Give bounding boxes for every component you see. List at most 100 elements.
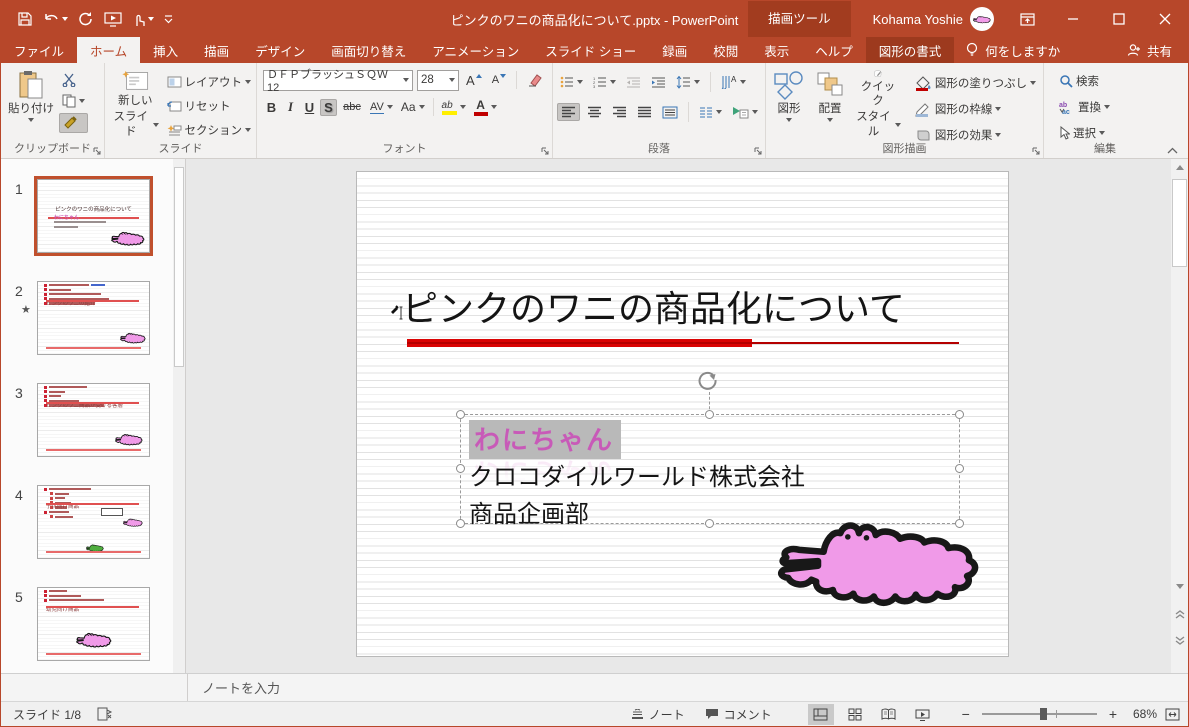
increase-font-size-button[interactable]: A — [463, 71, 485, 90]
tab-home[interactable]: ホーム — [77, 37, 140, 63]
tab-design[interactable]: デザイン — [242, 37, 318, 63]
pink-crocodile-drawing[interactable] — [777, 518, 982, 607]
company-text[interactable]: クロコダイルワールド株式会社 — [469, 457, 805, 492]
align-left-button[interactable] — [557, 103, 580, 121]
close-button[interactable] — [1142, 1, 1188, 37]
resize-handle-s[interactable] — [705, 519, 714, 528]
maximize-button[interactable] — [1096, 1, 1142, 37]
undo-button[interactable] — [43, 12, 68, 27]
resize-handle-se[interactable] — [955, 519, 964, 528]
line-spacing-button[interactable] — [673, 74, 703, 91]
next-slide-button[interactable] — [1171, 632, 1188, 649]
slideshow-view-button[interactable] — [910, 704, 936, 725]
avatar[interactable] — [970, 7, 994, 31]
ribbon-display-options-button[interactable] — [1004, 1, 1050, 37]
vertical-scrollbar[interactable] — [1171, 159, 1188, 673]
font-name-combobox[interactable]: ＤＦＰブラッシュＳＱＷ12 — [263, 70, 413, 91]
decrease-font-size-button[interactable]: A — [489, 72, 509, 88]
resize-handle-ne[interactable] — [955, 410, 964, 419]
highlight-color-button[interactable]: ab — [439, 97, 469, 117]
cut-button[interactable] — [59, 71, 88, 89]
character-spacing-button[interactable]: AV — [367, 99, 396, 116]
copy-button[interactable] — [59, 92, 88, 110]
accessibility-checker-icon[interactable] — [97, 707, 113, 721]
resize-handle-e[interactable] — [955, 464, 964, 473]
notes-toggle-button[interactable]: ノート — [625, 704, 691, 725]
thumbnail-slide-3[interactable]: 3 ピンクのワニ商品が受ける客層 — [9, 383, 169, 457]
decrease-indent-button[interactable] — [623, 74, 644, 90]
tell-me-box[interactable]: 何をしますか — [954, 37, 1072, 63]
previous-slide-button[interactable] — [1171, 606, 1188, 623]
align-center-button[interactable] — [584, 104, 605, 120]
italic-button[interactable]: I — [282, 99, 299, 115]
name-highlighted-text[interactable]: わにちゃん — [469, 420, 621, 459]
format-painter-button[interactable] — [59, 113, 88, 133]
tab-shape-format[interactable]: 図形の書式 — [866, 37, 955, 63]
bullets-button[interactable] — [557, 74, 586, 90]
tab-view[interactable]: 表示 — [751, 37, 802, 63]
tab-help[interactable]: ヘルプ — [802, 37, 866, 63]
shape-outline-button[interactable]: 図形の枠線 — [912, 99, 1039, 119]
drawing-dialog-launcher[interactable] — [1032, 147, 1041, 156]
slide-sorter-view-button[interactable] — [842, 704, 868, 725]
department-text[interactable]: 商品企画部 — [469, 494, 589, 529]
paragraph-dialog-launcher[interactable] — [754, 147, 763, 156]
redo-button[interactable] — [78, 11, 94, 27]
text-shadow-button[interactable]: S — [320, 99, 337, 116]
zoom-slider[interactable] — [982, 713, 1097, 715]
layout-button[interactable]: レイアウト — [164, 72, 255, 92]
zoom-in-button[interactable]: + — [1109, 706, 1117, 722]
columns-button[interactable] — [696, 104, 725, 120]
notes-input[interactable]: ノートを入力 — [187, 674, 1188, 701]
save-icon[interactable] — [17, 11, 33, 27]
minimize-button[interactable] — [1050, 1, 1096, 37]
select-button[interactable]: 選択 — [1056, 123, 1113, 143]
text-direction-button[interactable]: A — [718, 73, 749, 91]
thumbnail-slide-1[interactable]: 1 ピンクのワニの商品化について わにちゃん — [9, 179, 169, 253]
align-right-button[interactable] — [609, 104, 630, 120]
paste-button[interactable]: 貼り付け — [3, 67, 59, 142]
tab-slideshow[interactable]: スライド ショー — [532, 37, 649, 63]
underline-button[interactable]: U — [301, 100, 318, 115]
thumbnail-scrollbar[interactable] — [173, 159, 185, 673]
tab-file[interactable]: ファイル — [1, 37, 77, 63]
zoom-level[interactable]: 68% — [1125, 707, 1157, 721]
justify-button[interactable] — [634, 104, 655, 120]
scroll-up-button[interactable] — [1171, 159, 1188, 176]
new-slide-button[interactable]: 新しい スライド — [107, 67, 164, 142]
font-color-button[interactable]: A — [471, 96, 500, 118]
thumbnail-slide-4[interactable]: 4 子供向け商品 — [9, 485, 169, 559]
convert-smartart-button[interactable] — [729, 104, 761, 121]
normal-view-button[interactable] — [808, 704, 834, 725]
shape-fill-button[interactable]: 図形の塗りつぶし — [912, 73, 1039, 93]
thumbnail-slide-5[interactable]: 5 幼児向け商品 — [9, 587, 169, 661]
clear-formatting-button[interactable] — [524, 71, 546, 89]
slide-title-text[interactable]: ピンクのワニの商品化について — [402, 280, 905, 332]
distribute-text-button[interactable] — [659, 104, 681, 121]
resize-handle-n[interactable] — [705, 410, 714, 419]
customize-qat-button[interactable] — [164, 14, 173, 24]
share-button[interactable]: 共有 — [1111, 37, 1188, 63]
zoom-out-button[interactable]: − — [962, 706, 970, 722]
strikethrough-button[interactable]: abc — [339, 101, 365, 113]
tab-record[interactable]: 録画 — [649, 37, 700, 63]
account-button[interactable]: Kohama Yoshie — [851, 7, 1004, 31]
arrange-button[interactable]: 配置 — [810, 67, 850, 142]
tab-draw[interactable]: 描画 — [191, 37, 242, 63]
collapse-ribbon-button[interactable] — [1167, 147, 1178, 154]
rotate-handle[interactable] — [695, 368, 719, 392]
resize-handle-sw[interactable] — [456, 519, 465, 528]
resize-handle-w[interactable] — [456, 464, 465, 473]
start-slideshow-icon[interactable] — [104, 12, 122, 27]
quick-styles-button[interactable]: クイック スタイル — [850, 67, 906, 142]
slide-editing-surface[interactable]: ピンクのワニの商品化について わにちゃん わにちゃ — [356, 171, 1009, 657]
font-dialog-launcher[interactable] — [541, 147, 550, 156]
tab-review[interactable]: 校閲 — [700, 37, 751, 63]
resize-handle-nw[interactable] — [456, 410, 465, 419]
reset-button[interactable]: リセット — [164, 96, 255, 116]
reading-view-button[interactable] — [876, 704, 902, 725]
section-button[interactable]: セクション — [164, 120, 255, 140]
increase-indent-button[interactable] — [648, 74, 669, 90]
font-size-combobox[interactable]: 28 — [417, 70, 459, 91]
scroll-down-button[interactable] — [1171, 578, 1188, 595]
